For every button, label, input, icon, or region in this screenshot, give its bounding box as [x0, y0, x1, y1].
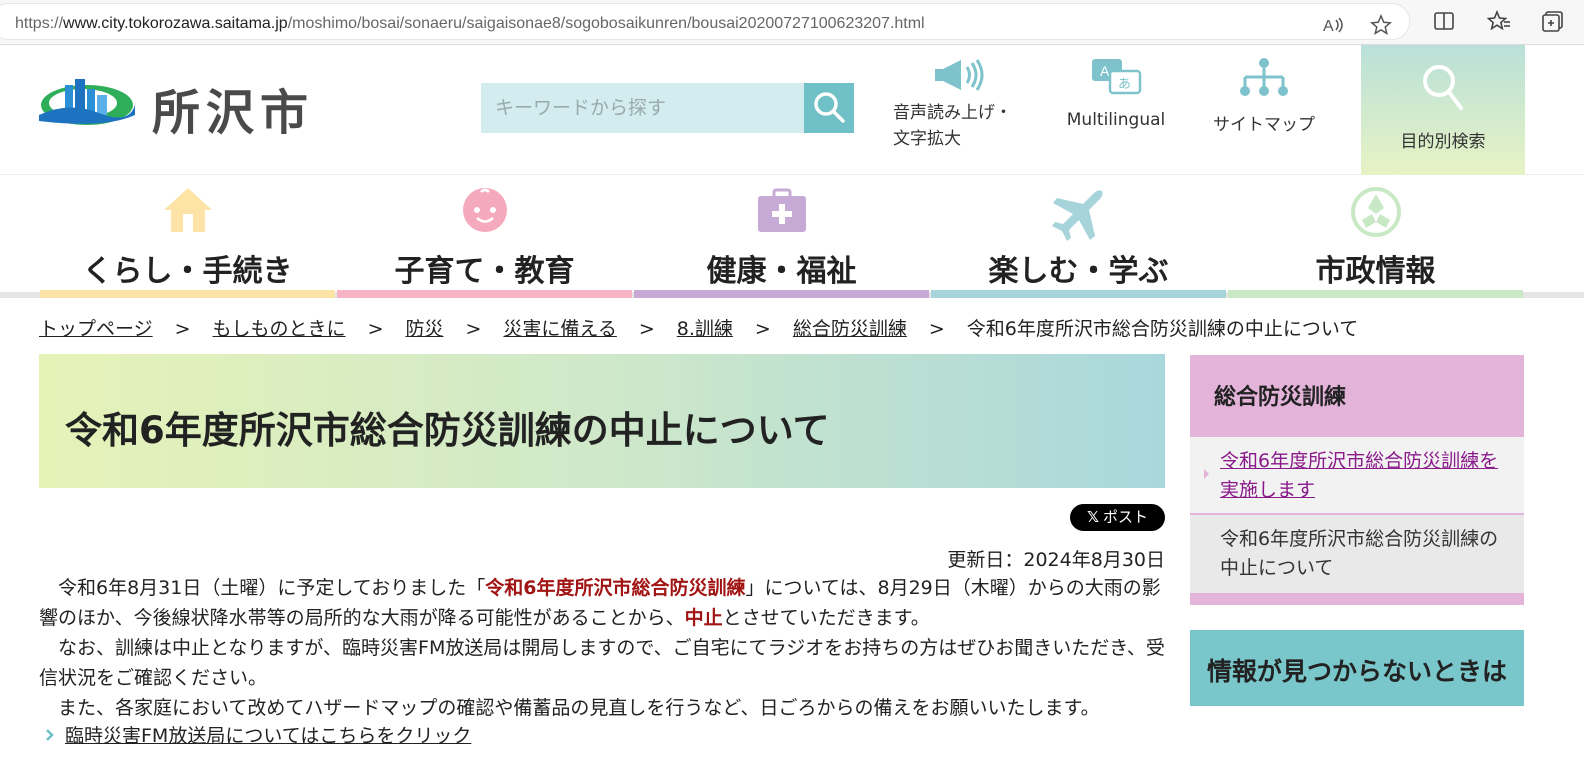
breadcrumb: トップページ > もしものときに > 防災 > 災害に備える >8.訓練 > 総合防災訓練 > 令和6… — [39, 314, 1358, 341]
x-post-button[interactable]: 𝕏 ポスト — [1070, 504, 1165, 531]
baby-face-icon — [459, 186, 511, 238]
city-emblem-icon — [1350, 186, 1402, 242]
city-logo-icon[interactable] — [39, 75, 135, 129]
nav-color-bar — [1228, 290, 1523, 298]
nav-label-childcare: 子育て・教育 — [394, 254, 575, 289]
nav-label-health: 健康・福祉 — [706, 254, 857, 289]
read-aloud-zoom-tool[interactable]: 音声読み上げ・ 文字拡大 — [893, 57, 1021, 152]
paragraph-2: なお、訓練は中止となりますが、臨時災害FM放送局は開局しますので、ご自宅にてラジ… — [39, 637, 1165, 689]
info-not-found-box[interactable]: 情報が見つからないときは — [1190, 630, 1524, 706]
url-scheme: https:// — [15, 15, 64, 32]
paragraph-3: また、各家庭において改めてハザードマップの確認や備蓄品の見直しを行うなど、日ごろ… — [58, 697, 1100, 719]
chevron-right-icon — [45, 725, 55, 747]
nav-color-bar — [337, 290, 632, 298]
search-icon — [814, 91, 845, 123]
breadcrumb-current: 令和6年度所沢市総合防災訓練の中止について — [966, 318, 1359, 340]
nav-label-city-info: 市政情報 — [1315, 254, 1436, 289]
purpose-search-button[interactable]: 目的別検索 — [1361, 45, 1525, 175]
breadcrumb-link-disaster-prevention[interactable]: 防災 — [405, 318, 443, 340]
breadcrumb-separator: > — [174, 318, 191, 340]
paragraph-1: 令和6年8月31日（土曜）に予定しておりました「令和6年度所沢市総合防災訓練」に… — [39, 573, 1165, 633]
sitemap-label: サイトマップ — [1213, 115, 1315, 135]
site-logo-text[interactable]: 所沢市 — [152, 73, 314, 143]
x-post-label: ポスト — [1103, 508, 1149, 526]
triangle-bullet-icon — [1204, 469, 1209, 479]
page-title-band: 令和6年度所沢市総合防災訓練の中止について — [39, 354, 1165, 488]
breadcrumb-separator: > — [754, 318, 771, 340]
site-header: 所沢市 音声読み上げ・文字拡大 Aあ Multilingual サイトマップ 目… — [0, 45, 1584, 175]
url-text[interactable]: https://www.city.tokorozawa.saitama.jp/m… — [15, 15, 925, 33]
nav-label-living: くらし・手続き — [82, 254, 293, 289]
translate-icon: Aあ — [1063, 57, 1169, 104]
breadcrumb-link-emergency[interactable]: もしものときに — [213, 318, 346, 340]
airplane-icon — [1051, 186, 1107, 246]
url-path: /moshimo/bosai/sonaeru/saigaisonae8/sogo… — [287, 15, 925, 32]
page-title: 令和6年度所沢市総合防災訓練の中止について — [65, 409, 830, 452]
magnifier-icon — [1423, 65, 1463, 110]
breadcrumb-separator: > — [928, 318, 945, 340]
breadcrumb-link-general-drill[interactable]: 総合防災訓練 — [793, 318, 907, 340]
browser-toolbar: https://www.city.tokorozawa.saitama.jp/m… — [0, 0, 1584, 45]
main-navigation: くらし・手続き 子育て・教育 健康・福祉 楽しむ・学ぶ 市政情報 — [0, 176, 1584, 300]
collections-icon[interactable] — [1542, 10, 1566, 34]
multilingual-tool[interactable]: Aあ Multilingual — [1063, 57, 1169, 130]
breadcrumb-link-drills[interactable]: 8.訓練 — [677, 318, 733, 340]
sitemap-tool[interactable]: サイトマップ — [1205, 57, 1323, 135]
medical-kit-icon — [756, 186, 808, 238]
sidebar-link-drill-held[interactable]: 令和6年度所沢市総合防災訓練を実施します — [1220, 450, 1498, 501]
breadcrumb-separator: > — [367, 318, 384, 340]
nav-color-bar — [634, 290, 929, 298]
sidebar-list: 令和6年度所沢市総合防災訓練を実施します 令和6年度所沢市総合防災訓練の中止につ… — [1190, 431, 1524, 605]
article-body: 令和6年8月31日（土曜）に予定しておりました「令和6年度所沢市総合防災訓練」に… — [39, 573, 1165, 723]
split-screen-icon[interactable] — [1432, 10, 1456, 34]
breadcrumb-link-top[interactable]: トップページ — [39, 318, 153, 340]
p1-emphasis-cancel: 中止 — [684, 607, 723, 629]
purpose-search-label: 目的別検索 — [1400, 132, 1486, 152]
nav-item-leisure[interactable]: 楽しむ・学ぶ — [931, 176, 1226, 298]
favorites-icon[interactable] — [1486, 9, 1511, 34]
read-aloud-icon[interactable]: A — [1321, 14, 1345, 38]
address-bar[interactable]: https://www.city.tokorozawa.saitama.jp/m… — [0, 3, 1410, 40]
read-aloud-label: 音声読み上げ・ — [893, 103, 1012, 123]
svg-text:あ: あ — [1118, 77, 1131, 92]
keyword-search-input[interactable] — [481, 83, 805, 133]
updated-date: 更新日：2024年8月30日 — [947, 549, 1165, 571]
p1-text-c: とさせていただきます。 — [722, 607, 930, 629]
nav-item-health[interactable]: 健康・福祉 — [634, 176, 929, 298]
multilingual-label: Multilingual — [1066, 110, 1166, 130]
sidebar-item-drill-cancelled[interactable]: 令和6年度所沢市総合防災訓練の中止について — [1190, 515, 1524, 593]
nav-label-leisure: 楽しむ・学ぶ — [988, 254, 1169, 289]
nav-color-bar — [40, 290, 335, 298]
p1-text-a: 令和6年8月31日（土曜）に予定しておりました「 — [58, 577, 486, 599]
search-button[interactable] — [804, 83, 854, 133]
house-icon — [162, 186, 214, 238]
nav-color-bar — [931, 290, 1226, 298]
fm-station-link-row: 臨時災害FM放送局についてはこちらをクリック — [45, 721, 471, 748]
p1-emphasis-drill-name: 令和6年度所沢市総合防災訓練 — [485, 577, 746, 599]
sidebar-heading-box: 総合防災訓練 — [1190, 355, 1524, 431]
sitemap-icon — [1205, 57, 1323, 104]
sidebar-item-drill-held[interactable]: 令和6年度所沢市総合防災訓練を実施します — [1190, 437, 1524, 513]
zoom-label: 文字拡大 — [893, 129, 961, 149]
megaphone-icon — [931, 57, 1021, 98]
breadcrumb-separator: > — [465, 318, 482, 340]
nav-item-city-info[interactable]: 市政情報 — [1228, 176, 1523, 298]
info-not-found-label: 情報が見つからないときは — [1206, 657, 1507, 686]
nav-item-living[interactable]: くらし・手続き — [40, 176, 335, 298]
svg-text:A: A — [1100, 63, 1110, 79]
nav-item-childcare[interactable]: 子育て・教育 — [337, 176, 632, 298]
sidebar-heading: 総合防災訓練 — [1214, 385, 1347, 410]
favorite-star-icon[interactable] — [1369, 13, 1393, 38]
x-logo-icon: 𝕏 — [1086, 508, 1100, 526]
fm-station-link[interactable]: 臨時災害FM放送局についてはこちらをクリック — [65, 725, 471, 747]
url-host: www.city.tokorozawa.saitama.jp — [63, 15, 288, 32]
breadcrumb-link-prepare[interactable]: 災害に備える — [503, 318, 616, 340]
breadcrumb-separator: > — [638, 318, 655, 340]
svg-text:A: A — [1323, 18, 1334, 35]
sidebar-current-label: 令和6年度所沢市総合防災訓練の中止について — [1220, 528, 1499, 579]
